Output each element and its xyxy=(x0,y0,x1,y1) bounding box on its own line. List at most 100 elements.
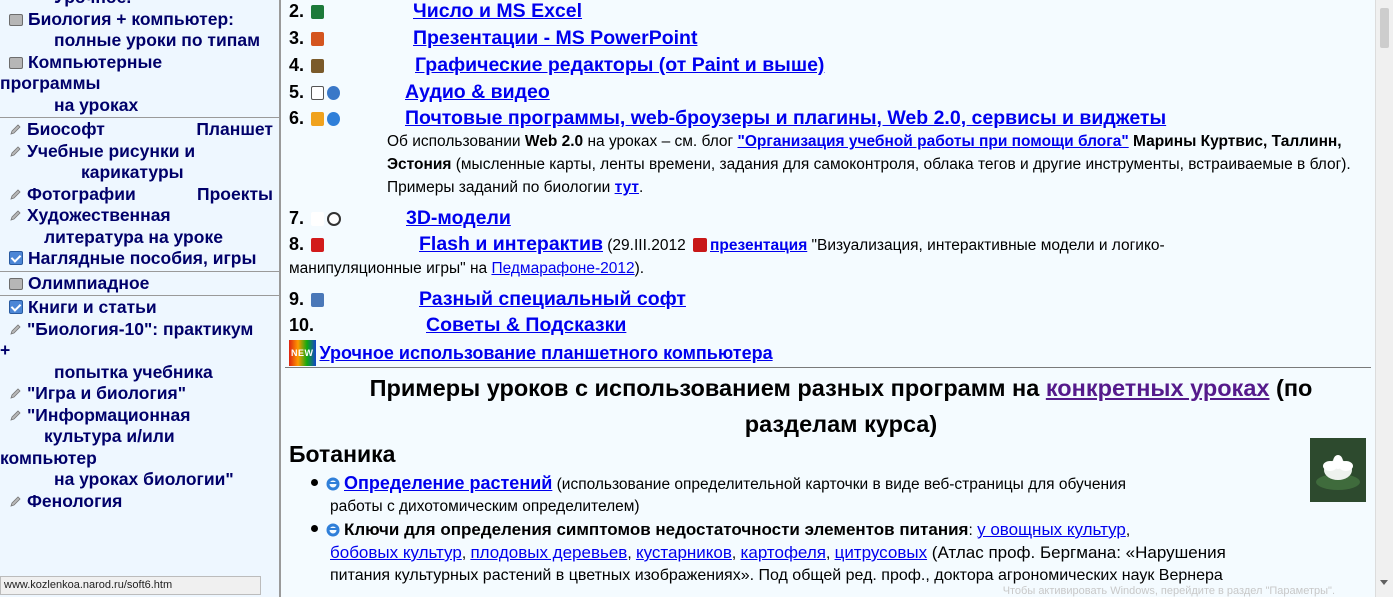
folder-icon xyxy=(9,56,23,69)
scroll-down-arrow-icon[interactable] xyxy=(1380,580,1388,585)
sidebar-item-bio-computer-cont[interactable]: полные уроки по типам xyxy=(0,30,279,52)
section-title-botany: Ботаника xyxy=(289,441,396,467)
examples-heading: Примеры уроков с использованием разных п… xyxy=(369,375,1313,437)
sidebar-item-biology10[interactable]: "Биология-10": практикум xyxy=(0,319,279,341)
link-shrubs[interactable]: кустарников xyxy=(636,543,732,562)
sidebar-item-info-culture-cont2[interactable]: компьютер xyxy=(0,448,279,470)
excel-icon xyxy=(311,5,324,19)
link-potato[interactable]: картофеля xyxy=(741,543,826,562)
link-vegetables[interactable]: у овощных культур xyxy=(977,520,1126,539)
ie-browser-icon xyxy=(326,476,340,491)
list-item-special: 9. xyxy=(289,287,327,311)
sidebar-item-biology10-plus[interactable]: + xyxy=(0,340,279,362)
sidebar-item-tablet[interactable]: Планшет xyxy=(196,119,273,141)
sidebar-item-lessons[interactable]: Урочное. xyxy=(0,0,279,9)
sidebar-item-programs[interactable]: Компьютерные xyxy=(0,52,279,74)
web20-note: Об использовании Web 2.0 на уроках – см.… xyxy=(387,133,1351,196)
sidebar-item-photos[interactable]: Фотографии Проекты xyxy=(0,184,279,206)
bullet-icon xyxy=(311,479,318,486)
sidebar-item-fiction[interactable]: Художественная xyxy=(0,205,279,227)
ie-browser-icon xyxy=(326,522,340,537)
list-item-powerpoint: 3. xyxy=(289,26,327,50)
main-content: 2. Число и MS Excel 3. Презентации - MS … xyxy=(281,0,1375,597)
new-badge-icon: NEW xyxy=(289,340,316,366)
sidebar-item-programs-cont[interactable]: программы xyxy=(0,73,279,95)
powerpoint-icon xyxy=(311,32,324,46)
status-bar-url: www.kozlenkoa.narod.ru/soft6.htm xyxy=(0,576,261,595)
pencil-icon xyxy=(10,495,21,507)
sidebar-item-phenology[interactable]: Фенология xyxy=(0,491,279,513)
vertical-scrollbar[interactable] xyxy=(1375,0,1393,597)
link-3d[interactable]: 3D-модели xyxy=(406,206,511,230)
sidebar-nav: Урочное. Биология + компьютер: полные ур… xyxy=(0,0,281,597)
3d-tool-icon xyxy=(311,212,324,226)
media-player-icon xyxy=(327,86,340,100)
link-legumes[interactable]: бобовых культур xyxy=(330,543,462,562)
windows-activation-watermark: Чтобы активировать Windows, перейдите в … xyxy=(1002,585,1335,597)
sidebar-item-info-culture[interactable]: "Информационная xyxy=(0,405,279,427)
scrollbar-thumb[interactable] xyxy=(1380,8,1389,48)
spiral-icon xyxy=(327,212,341,226)
sidebar-item-biosoft[interactable]: Биософт Планшет xyxy=(0,119,279,141)
pencil-icon xyxy=(10,124,21,135)
pencil-icon xyxy=(10,188,21,200)
link-web[interactable]: Почтовые программы, web-броузеры и плаги… xyxy=(405,106,1166,130)
link-graphics[interactable]: Графические редакторы (от Paint и выше) xyxy=(415,53,824,77)
sidebar-item-olympiad[interactable]: Олимпиадное xyxy=(0,273,279,295)
sidebar-item-biology10-cont[interactable]: попытка учебника xyxy=(0,362,279,384)
pdf-icon xyxy=(693,238,707,252)
ie-browser-icon xyxy=(327,112,340,126)
list-item-nutrition-keys: Ключи для определения симптомов недостат… xyxy=(311,519,1371,587)
pencil-icon xyxy=(10,409,21,421)
link-fruit-trees[interactable]: плодовых деревьев xyxy=(470,543,627,562)
sidebar-item-info-culture-cont3[interactable]: на уроках биологии" xyxy=(0,469,279,491)
link-special-soft[interactable]: Разный специальный софт xyxy=(419,287,686,311)
pencil-icon xyxy=(10,323,21,335)
link-plant-identification[interactable]: Определение растений xyxy=(344,473,552,493)
link-tablet-lessons[interactable]: Урочное использование планшетного компью… xyxy=(320,343,773,363)
link-flash[interactable]: Flash и интерактив xyxy=(419,233,603,255)
sidebar-item-visual-aids[interactable]: Наглядные пособия, игры xyxy=(0,248,279,270)
link-pedmarafon[interactable]: Педмарафоне-2012 xyxy=(491,260,634,277)
link-excel[interactable]: Число и MS Excel xyxy=(413,0,582,23)
sidebar-item-projects[interactable]: Проекты xyxy=(197,184,273,206)
list-item-3d: 7. xyxy=(289,206,344,230)
link-blog[interactable]: "Организация учебной работы при помощи б… xyxy=(738,133,1129,150)
mail-icon xyxy=(311,112,324,126)
list-item-web: 6. xyxy=(289,106,343,130)
pencil-icon xyxy=(10,388,21,399)
toolbox-icon xyxy=(311,293,324,307)
new-item: NEW Урочное использование планшетного ком… xyxy=(289,340,773,366)
sidebar-item-drawings-cont[interactable]: карикатуры xyxy=(0,162,279,184)
sidebar-item-books[interactable]: Книги и статьи xyxy=(0,297,279,319)
folder-icon xyxy=(9,277,23,290)
link-tips[interactable]: Советы & Подсказки xyxy=(426,313,626,337)
link-specific-lessons[interactable]: конкретных уроках xyxy=(1046,375,1270,401)
pencil-icon xyxy=(10,145,21,157)
sidebar-item-bio-computer[interactable]: Биология + компьютер: xyxy=(0,9,279,31)
bullet-icon xyxy=(311,525,318,532)
sidebar-divider xyxy=(0,270,279,272)
list-item-graphics: 4. xyxy=(289,53,327,77)
link-audio-video[interactable]: Аудио & видео xyxy=(405,80,550,104)
checkbox-icon xyxy=(9,251,23,265)
sidebar-item-game[interactable]: "Игра и биология" xyxy=(0,383,279,405)
list-item-plant-id: Определение растений (использование опре… xyxy=(311,472,1311,518)
link-here[interactable]: тут xyxy=(615,179,639,196)
pencil-icon xyxy=(10,210,21,221)
link-citrus[interactable]: цитрусовых xyxy=(835,543,928,562)
sidebar-divider xyxy=(0,295,279,296)
sidebar-item-drawings[interactable]: Учебные рисунки и xyxy=(0,141,279,163)
list-item-tips: 10. xyxy=(289,315,315,335)
sidebar-item-info-culture-cont[interactable]: культура и/или xyxy=(0,426,279,448)
paint-brush-icon xyxy=(311,59,324,73)
folder-icon xyxy=(9,13,23,26)
sidebar-item-fiction-cont[interactable]: литература на уроке xyxy=(0,227,279,249)
water-lily-photo xyxy=(1310,438,1366,502)
link-powerpoint[interactable]: Презентации - MS PowerPoint xyxy=(413,26,697,50)
link-presentation[interactable]: презентация xyxy=(710,237,807,254)
checkbox-icon xyxy=(9,300,23,314)
sidebar-item-programs-cont2[interactable]: на уроках xyxy=(0,95,279,117)
divider-line xyxy=(285,367,1371,368)
list-item-excel: 2. xyxy=(289,0,327,23)
